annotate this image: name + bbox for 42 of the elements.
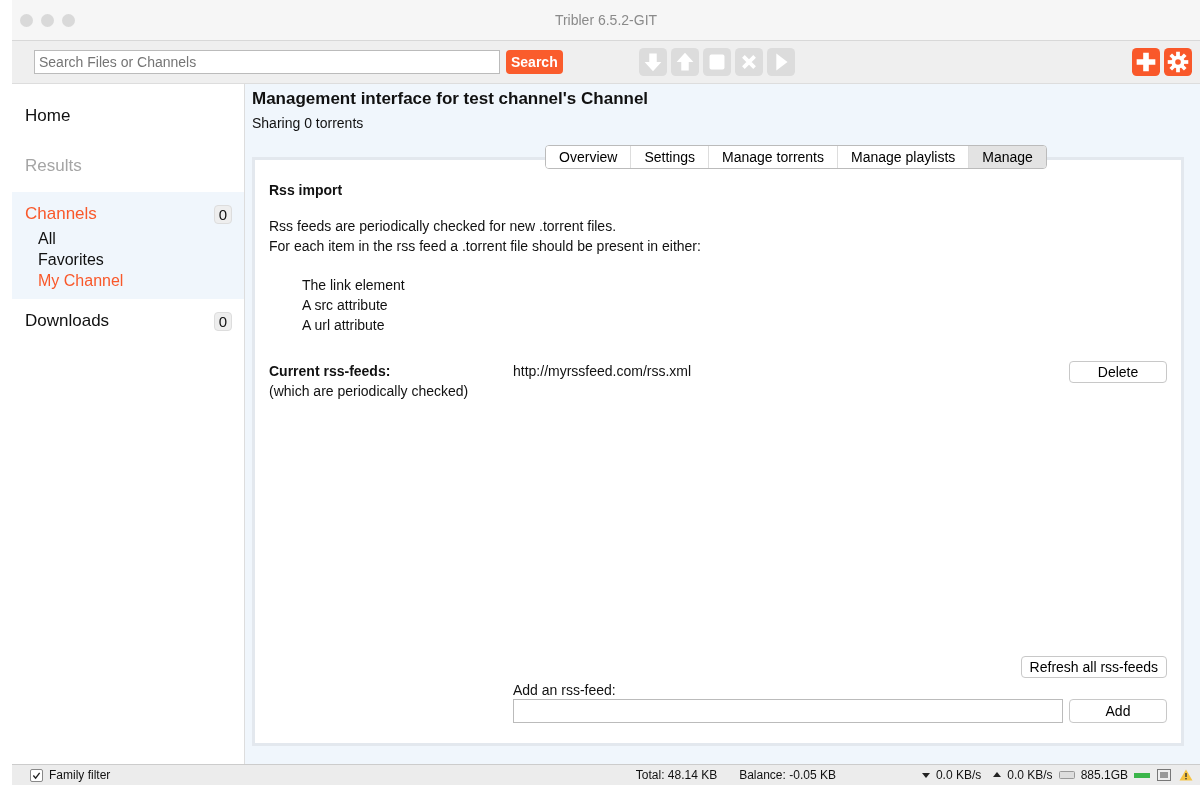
feeds-note: (which are periodically checked) (269, 382, 470, 401)
family-filter-label: Family filter (49, 768, 111, 782)
search-field[interactable]: Search Files or Channels (34, 50, 500, 74)
tab[interactable]: Overview (546, 146, 632, 168)
refresh-button[interactable]: Refresh all rss-feeds (1020, 656, 1167, 678)
description-text: Rss feeds are periodically checked for new .torrent files. (269, 217, 618, 236)
delete-button[interactable]: Delete (1069, 361, 1167, 383)
count-badge: 0 (213, 311, 232, 331)
window-control-icon[interactable] (62, 13, 75, 27)
plus-icon[interactable] (1132, 48, 1160, 76)
window-control-icon[interactable] (20, 13, 33, 27)
window-icon[interactable] (1156, 769, 1172, 781)
down-triangle-icon (921, 771, 930, 779)
checkbox[interactable] (30, 768, 43, 782)
count-badge: 0 (213, 204, 232, 224)
settings-icon[interactable] (1164, 48, 1192, 76)
add-button[interactable]: Add (1069, 699, 1167, 723)
option-text: A src attribute (302, 296, 389, 315)
field-label: Add an rss-feed: (513, 682, 617, 698)
tab[interactable]: Manage (969, 146, 1046, 168)
page-title: Management interface for test channel's Channel (252, 89, 650, 109)
download-speed: 0.0 KB/s (935, 768, 982, 782)
description-text: For each item in the rss feed a .torrent file should be present in either: (269, 237, 702, 256)
warning-icon[interactable] (1178, 769, 1194, 781)
sidebar-item[interactable]: Home (25, 106, 71, 126)
feeds-label: Current rss-feeds: (269, 362, 392, 381)
page-subtitle: Sharing 0 torrents (252, 115, 365, 131)
disk-space: 885.1GB (1080, 768, 1128, 782)
feed-url-field[interactable] (513, 699, 1063, 723)
up-triangle-icon (993, 771, 1002, 779)
window-title: Tribler 6.5.2-GIT (553, 12, 659, 28)
sidebar-subitem[interactable]: All (25, 228, 232, 249)
sidebar-item[interactable]: Downloads (25, 311, 110, 331)
option-text: A url attribute (302, 316, 386, 335)
balance-text: Balance: -0.05 KB (739, 768, 836, 782)
section-heading: Rss import (269, 182, 344, 198)
upload-speed: 0.0 KB/s (1007, 768, 1053, 782)
feed-url: http://myrssfeed.com/rss.xml (513, 362, 692, 381)
sidebar-subitem[interactable]: Favorites (25, 249, 232, 270)
option-text: The link element (302, 276, 406, 295)
window-control-icon[interactable] (41, 13, 54, 27)
total-text: Total: 48.14 KB (635, 768, 718, 782)
